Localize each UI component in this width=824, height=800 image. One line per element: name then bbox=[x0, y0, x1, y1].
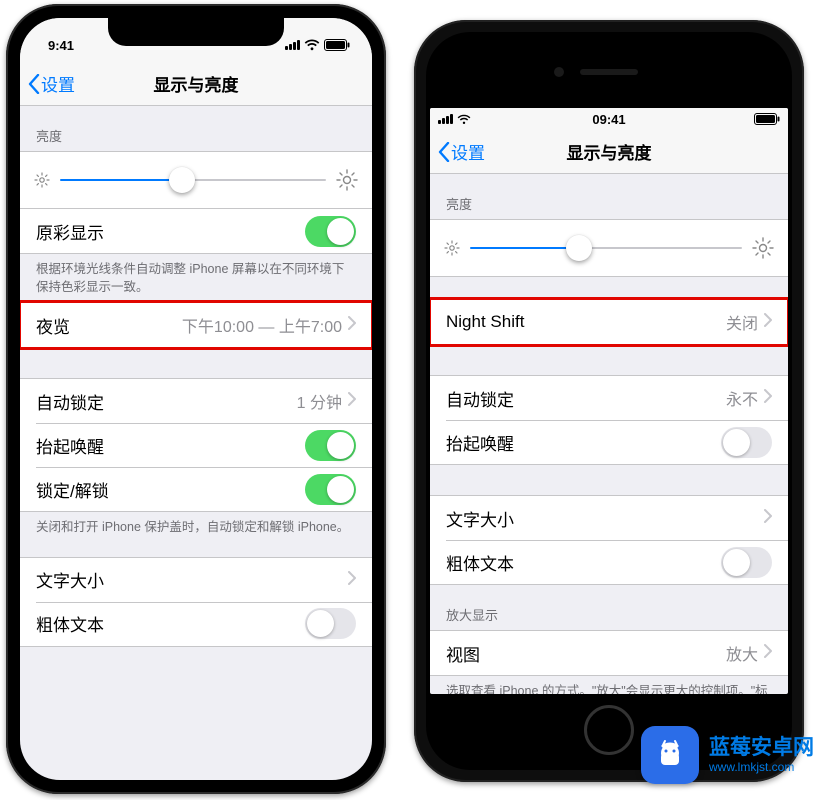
zoom-footer: 选取查看 iPhone 的方式。"放大"会显示更大的控制项。"标准"会显示更多的… bbox=[430, 676, 788, 694]
brightness-slider-thumb[interactable] bbox=[566, 235, 592, 261]
speaker-grille bbox=[580, 69, 638, 75]
iphone-x-frame: 9:41 设置 显示与亮度 亮度 bbox=[6, 4, 386, 794]
night-shift-label: 夜览 bbox=[36, 313, 182, 338]
zoom-view-label: 视图 bbox=[446, 641, 726, 666]
status-time: 09:41 bbox=[430, 112, 788, 127]
watermark-url: www.lmkjst.com bbox=[709, 760, 814, 774]
sun-small-icon bbox=[34, 172, 50, 188]
cellular-signal-icon bbox=[285, 40, 300, 50]
zoom-view-detail: 放大 bbox=[726, 641, 758, 665]
auto-lock-detail: 1 分钟 bbox=[297, 389, 342, 413]
lock-unlock-switch[interactable] bbox=[305, 474, 356, 505]
watermark: 蓝莓安卓网 www.lmkjst.com bbox=[641, 726, 814, 784]
raise-wake-cell[interactable]: 抬起唤醒 bbox=[20, 423, 372, 467]
auto-lock-cell[interactable]: 自动锁定 1 分钟 bbox=[20, 379, 372, 423]
screen: 09:41 设置 显示与亮度 亮度 bbox=[430, 108, 788, 694]
true-tone-label: 原彩显示 bbox=[36, 219, 305, 244]
text-size-label: 文字大小 bbox=[36, 567, 342, 592]
battery-icon bbox=[324, 39, 350, 51]
lock-unlock-cell[interactable]: 锁定/解锁 bbox=[20, 467, 372, 511]
brightness-slider-row[interactable] bbox=[430, 219, 788, 277]
raise-wake-switch[interactable] bbox=[721, 427, 772, 458]
night-shift-detail: 关闭 bbox=[726, 310, 758, 334]
raise-wake-cell[interactable]: 抬起唤醒 bbox=[430, 420, 788, 464]
section-header-brightness: 亮度 bbox=[430, 174, 788, 219]
sun-small-icon bbox=[444, 240, 460, 256]
chevron-right-icon bbox=[348, 570, 356, 590]
screen: 9:41 设置 显示与亮度 亮度 bbox=[20, 18, 372, 780]
iphone-8-frame: 09:41 设置 显示与亮度 亮度 bbox=[414, 20, 804, 782]
bold-text-label: 粗体文本 bbox=[446, 550, 721, 575]
true-tone-switch[interactable] bbox=[305, 216, 356, 247]
brightness-slider-row[interactable] bbox=[20, 151, 372, 209]
true-tone-footer: 根据环境光线条件自动调整 iPhone 屏幕以在不同环境下保持色彩显示一致。 bbox=[20, 254, 372, 302]
watermark-title: 蓝莓安卓网 bbox=[709, 735, 814, 760]
chevron-right-icon bbox=[764, 643, 772, 663]
auto-lock-detail: 永不 bbox=[726, 386, 758, 410]
text-size-cell[interactable]: 文字大小 bbox=[430, 496, 788, 540]
nav-bar: 设置 显示与亮度 bbox=[430, 130, 788, 174]
section-header-brightness: 亮度 bbox=[20, 106, 372, 151]
night-shift-detail: 下午10:00 — 上午7:00 bbox=[182, 313, 342, 337]
raise-wake-label: 抬起唤醒 bbox=[36, 433, 305, 458]
sun-big-icon bbox=[752, 237, 774, 259]
bold-text-cell[interactable]: 粗体文本 bbox=[430, 540, 788, 584]
front-camera-icon bbox=[554, 67, 564, 77]
brightness-slider-track[interactable] bbox=[470, 247, 742, 249]
nav-title: 显示与亮度 bbox=[430, 139, 788, 164]
auto-lock-label: 自动锁定 bbox=[446, 386, 726, 411]
chevron-right-icon bbox=[348, 391, 356, 411]
nav-title: 显示与亮度 bbox=[20, 71, 372, 96]
wifi-icon bbox=[304, 39, 320, 51]
bold-text-switch[interactable] bbox=[721, 547, 772, 578]
lock-unlock-label: 锁定/解锁 bbox=[36, 477, 305, 502]
status-icons bbox=[285, 39, 350, 51]
raise-wake-switch[interactable] bbox=[305, 430, 356, 461]
status-bar: 09:41 bbox=[430, 108, 788, 130]
status-time: 9:41 bbox=[48, 38, 74, 53]
top-bezel bbox=[430, 36, 788, 108]
bold-text-switch[interactable] bbox=[305, 608, 356, 639]
settings-content: 亮度 bbox=[430, 174, 788, 694]
notch bbox=[108, 18, 284, 46]
sun-big-icon bbox=[336, 169, 358, 191]
section-header-zoom: 放大显示 bbox=[430, 585, 788, 630]
lock-footer: 关闭和打开 iPhone 保护盖时，自动锁定和解锁 iPhone。 bbox=[20, 512, 372, 543]
zoom-view-cell[interactable]: 视图 放大 bbox=[430, 631, 788, 675]
chevron-right-icon bbox=[764, 388, 772, 408]
bold-text-label: 粗体文本 bbox=[36, 611, 305, 636]
settings-content: 亮度 原彩显示 bbox=[20, 106, 372, 647]
chevron-right-icon bbox=[348, 315, 356, 335]
text-size-cell[interactable]: 文字大小 bbox=[20, 558, 372, 602]
night-shift-cell[interactable]: Night Shift 关闭 bbox=[430, 300, 788, 344]
true-tone-cell[interactable]: 原彩显示 bbox=[20, 209, 372, 253]
brightness-slider-thumb[interactable] bbox=[169, 167, 195, 193]
brightness-slider-track[interactable] bbox=[60, 179, 326, 181]
chevron-right-icon bbox=[764, 508, 772, 528]
nav-bar: 设置 显示与亮度 bbox=[20, 62, 372, 106]
watermark-logo-icon bbox=[641, 726, 699, 784]
auto-lock-cell[interactable]: 自动锁定 永不 bbox=[430, 376, 788, 420]
chevron-right-icon bbox=[764, 312, 772, 332]
home-button[interactable] bbox=[584, 705, 634, 755]
night-shift-label: Night Shift bbox=[446, 312, 726, 332]
auto-lock-label: 自动锁定 bbox=[36, 389, 297, 414]
raise-wake-label: 抬起唤醒 bbox=[446, 430, 721, 455]
text-size-label: 文字大小 bbox=[446, 506, 758, 531]
bold-text-cell[interactable]: 粗体文本 bbox=[20, 602, 372, 646]
night-shift-cell[interactable]: 夜览 下午10:00 — 上午7:00 bbox=[20, 303, 372, 347]
